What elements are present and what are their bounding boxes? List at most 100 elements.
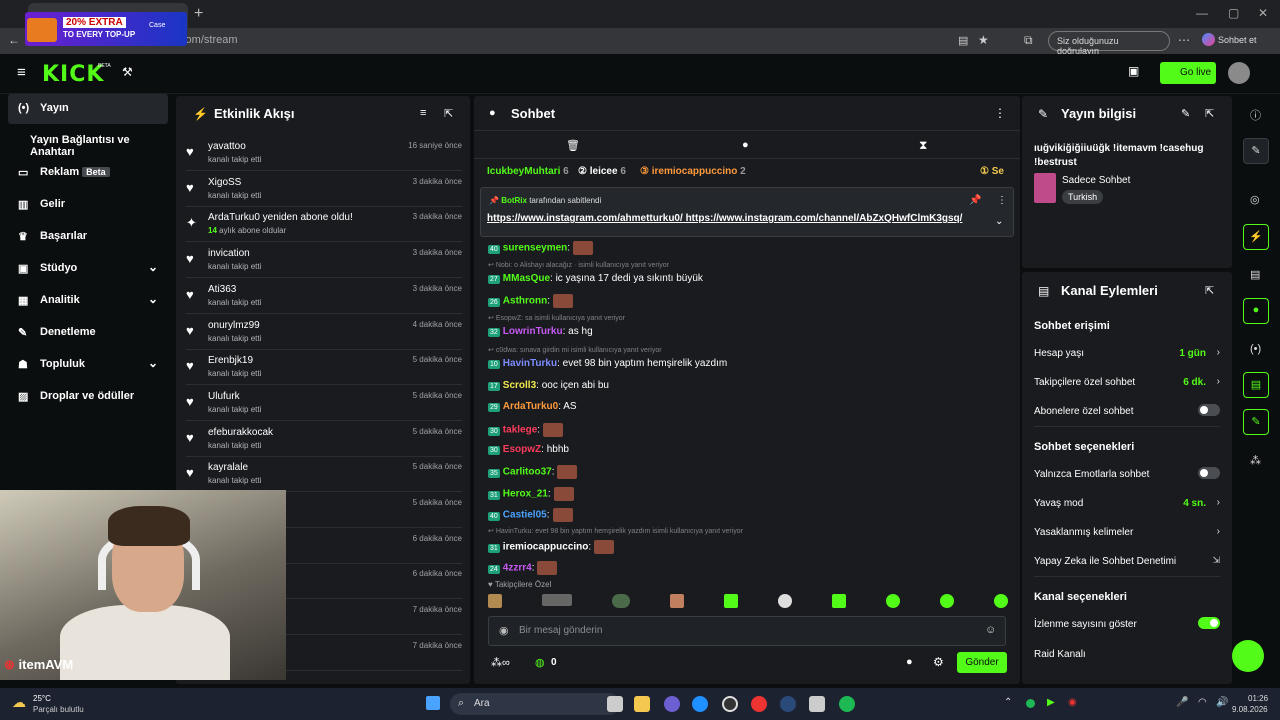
taskbar-search[interactable]: ⌕ Ara [450,693,620,715]
pin-icon[interactable]: 📌 [969,195,981,206]
discord-icon[interactable] [664,696,680,712]
setting-followers-only[interactable]: Takipçilere özel sohbet 6 dk. › [1034,376,1220,388]
more-vertical-icon[interactable]: ⋮ [997,195,1007,206]
activity-item[interactable]: ✦ ArdaTurku0 yeniden abone oldu! 14 aylık … [186,208,462,243]
maximize-icon[interactable]: ▢ [1228,6,1239,20]
pinned-link[interactable]: https://www.instagram.com/ahmetturku0/ [487,213,683,224]
tray-play-icon[interactable]: ▶ [1047,697,1055,708]
notes-icon[interactable]: ▤ [1250,268,1260,281]
copilot-label[interactable]: Sohbet et [1218,35,1257,45]
tools-icon[interactable]: ⚒ [122,65,133,79]
chat-username[interactable]: taklege [503,425,537,436]
edge-icon[interactable] [692,696,708,712]
chat-username[interactable]: Herox_21 [503,489,548,500]
activity-item[interactable]: ♥ efeburakkocak kanalı takip etti 5 dakika … [186,423,462,457]
emote-icon[interactable] [670,594,684,608]
target-icon[interactable]: ◎ [1250,193,1260,206]
clock-date[interactable]: 9.08.2026 [1232,705,1268,714]
floating-action-button[interactable] [1232,640,1264,672]
chat-username[interactable]: Asthronn [503,296,547,307]
subs-only-toggle[interactable] [1198,404,1220,416]
spotify-icon[interactable] [839,696,855,712]
rail-chat-button[interactable]: ● [1243,298,1269,324]
more-vertical-icon[interactable]: ⋮ [994,106,1006,120]
studio-icon[interactable]: ▣ [1128,64,1139,78]
chat-bubble-icon[interactable]: ● [742,139,749,151]
activity-item[interactable]: ♥ Ati363 kanalı takip etti 3 dakika önce [186,280,462,314]
edit-icon[interactable]: ✎ [1181,107,1190,120]
chat-username[interactable]: Carlitoo37 [503,467,552,478]
setting-account-age[interactable]: Hesap yaşı 1 gün › [1034,347,1220,359]
setting-banned-words[interactable]: Yasaklanmış kelimeler › [1034,526,1220,538]
chat-username[interactable]: 4zzrr4 [503,563,532,574]
trash-icon[interactable]: 🗑 [566,139,580,152]
nav-analitik[interactable]: ▦ Analitik ⌄ [8,286,168,316]
kick-logo[interactable]: KICK [42,62,104,87]
nav-droplar[interactable]: ▨ Droplar ve ödüller [8,382,168,412]
activity-item[interactable]: ♥ yavattoo kanalı takip etti 16 saniye önce [186,137,462,171]
rail-activity-button[interactable]: ⚡ [1243,224,1269,250]
setting-ai-moderation[interactable]: Yapay Zeka ile Sohbet Denetimi ⇲ [1034,555,1220,567]
emote-icon[interactable] [724,594,738,608]
tray-icon[interactable] [1026,699,1035,708]
emote-icon[interactable] [832,594,846,608]
new-tab-icon[interactable]: + [194,5,203,23]
nav-gelir[interactable]: ▥ Gelir [8,190,168,220]
emote-icon[interactable] [488,594,502,608]
nav-reklam[interactable]: ▭ Reklam Beta [8,158,168,188]
broadcast-icon[interactable]: (•) [1250,343,1261,355]
star-icon[interactable]: ★ [978,33,989,47]
chat-input[interactable]: ◉ Bir mesaj gönderin ☺ [488,616,1006,646]
more-icon[interactable]: ⋯ [1178,33,1190,47]
send-button[interactable]: Gönder [957,652,1007,673]
chat-username[interactable]: iremiocappuccino [503,542,589,553]
chevron-down-icon[interactable]: ⌄ [995,216,1003,227]
emote-icon[interactable] [778,594,792,608]
go-live-button[interactable]: Go live [1160,62,1216,84]
avatar[interactable] [1228,62,1250,84]
popout-icon[interactable]: ⇱ [1205,284,1214,297]
emote-icon[interactable] [994,594,1008,608]
chat-username[interactable]: Castiel05 [503,510,547,521]
hamburger-icon[interactable]: ≡ [17,64,26,81]
steam-icon[interactable] [780,696,796,712]
nav-denetleme[interactable]: ✎ Denetleme [8,318,168,348]
chat-username[interactable]: ArdaTurku0 [503,401,558,412]
chat-username[interactable]: Scroll3 [503,380,536,391]
verify-button[interactable]: Siz olduğunuzu doğrulayın [1048,31,1170,56]
taskview-icon[interactable] [607,696,623,712]
mic-icon[interactable]: 🎤 [1176,697,1188,708]
chat-username[interactable]: EsopwZ [503,444,541,455]
rail-edit-button[interactable]: ✎ [1243,138,1269,164]
nav-studyo[interactable]: ▣ Stüdyo ⌄ [8,254,168,284]
tray-icon[interactable]: ◉ [1068,697,1077,708]
emoji-icon[interactable]: ☺ [985,624,996,636]
close-icon[interactable]: ✕ [1258,6,1268,20]
emote-only-toggle[interactable] [1198,467,1220,479]
nav-topluluk[interactable]: ☗ Topluluk ⌄ [8,350,168,380]
activity-item[interactable]: ♥ XigoSS kanalı takip etti 3 dakika önce [186,173,462,207]
activity-item[interactable]: ♥ Ulufurk kanalı takip etti 5 dakika önce [186,387,462,421]
nav-yayin[interactable]: (•) Yayın [8,94,168,124]
back-icon[interactable]: ← [8,33,20,47]
obs-icon[interactable] [722,696,738,712]
ad-banner[interactable]: 20% EXTRA TO EVERY TOP-UP Case [25,12,187,46]
activity-item[interactable]: ♥ kayralale kanalı takip etti 5 dakika önce [186,458,462,493]
emote-icon[interactable] [612,594,630,608]
minimize-icon[interactable]: — [1196,6,1208,20]
activity-item[interactable]: ♥ onurylmz99 kanalı takip etti 4 dakika önc… [186,316,462,350]
chat-username[interactable]: surenseymen [503,243,567,254]
activity-item[interactable]: ♥ Erenbjk19 kanalı takip etti 5 dakika önce [186,351,462,386]
copilot-icon[interactable] [1202,33,1215,46]
volume-icon[interactable]: 🔊 [1216,697,1228,708]
gift-icon[interactable]: ⁂∞ [491,656,510,669]
rail-channel-button[interactable]: ▤ [1243,372,1269,398]
chrome-icon[interactable] [751,696,767,712]
nav-stream-key[interactable]: Yayın Bağlantısı ve Anahtarı [8,126,168,158]
popout-icon[interactable]: ⇱ [444,107,453,120]
chat-bubble-icon[interactable]: ● [906,656,913,668]
emote-icon[interactable] [542,594,572,606]
activity-item[interactable]: ♥ invication kanalı takip etti 3 dakika önc… [186,244,462,279]
nav-basarilar[interactable]: ♛ Başarılar [8,222,168,252]
app-icon[interactable] [809,696,825,712]
